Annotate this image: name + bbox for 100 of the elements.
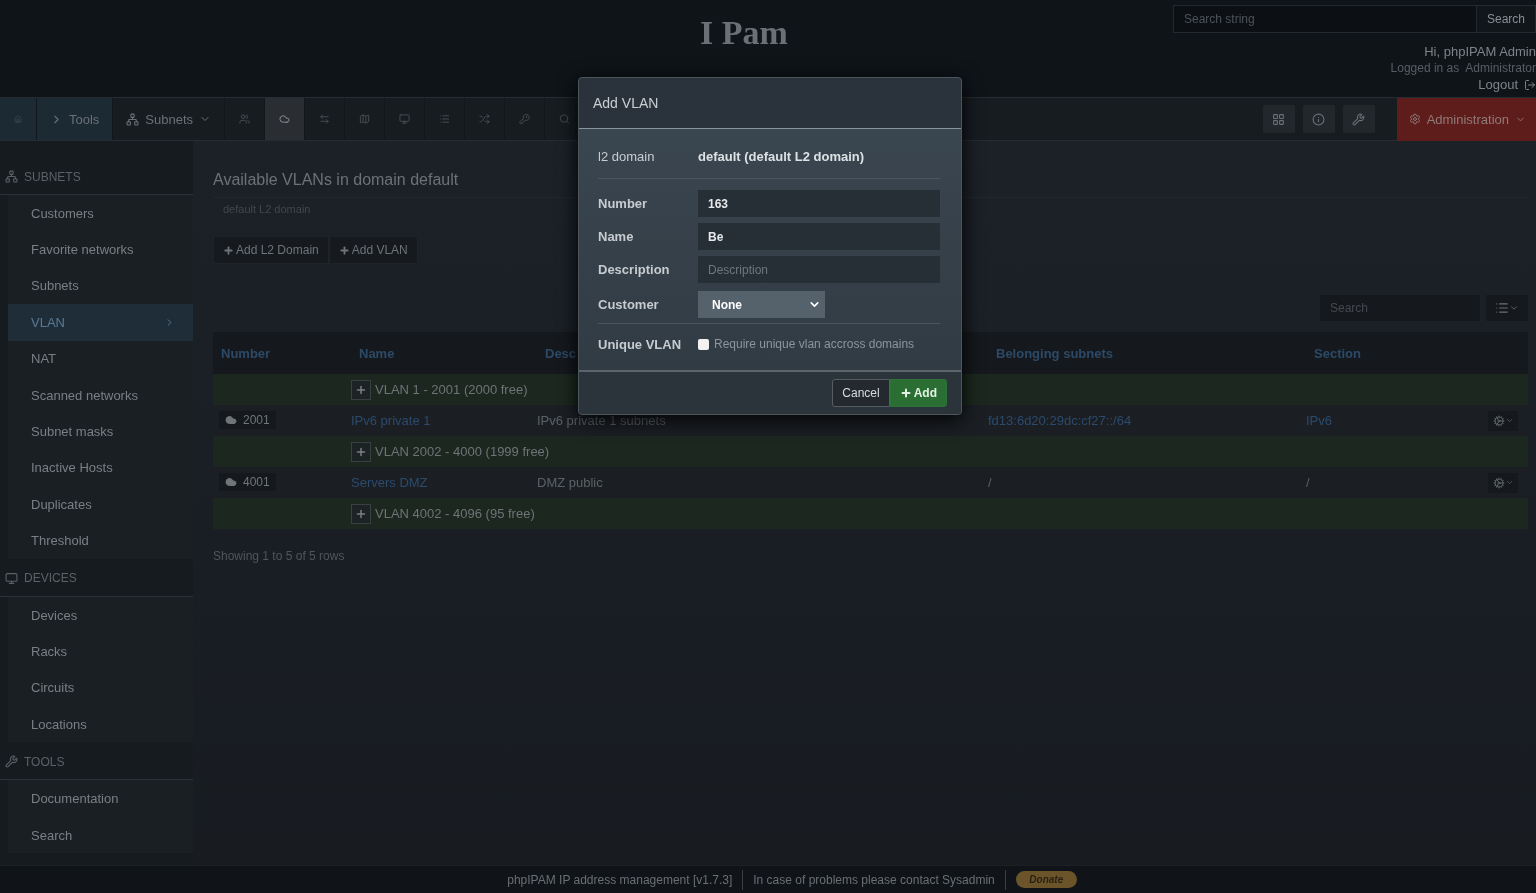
list-icon (1495, 301, 1509, 315)
table-cell-text: fd13:6d20:29dc:cf27::/64 (988, 413, 1133, 428)
sidebar-item[interactable]: Subnets (8, 267, 193, 305)
donate-button[interactable]: Donate (1015, 871, 1077, 888)
cloud-nav-button[interactable] (265, 98, 306, 140)
menu-label: Administration (1426, 111, 1509, 127)
item-label: NAT (31, 351, 57, 367)
sidebar-item[interactable]: Threshold (8, 522, 193, 559)
free-range-text: VLAN 2002 - 4000 (1999 free) (375, 444, 550, 459)
caret-icon (1504, 478, 1514, 487)
button-label: Add (913, 386, 937, 400)
sidebar-section-title: SUBNETS (24, 169, 81, 184)
checkbox[interactable] (698, 338, 709, 350)
monitor-icon (399, 112, 411, 126)
table-cell-text: / (1306, 475, 1311, 490)
field-label: Description (598, 262, 671, 277)
text-field[interactable]: Be (698, 223, 940, 250)
item-label: Search (31, 827, 73, 843)
contact-text: In case of problems please contact Sysadmin (753, 872, 995, 887)
add-vlan-button[interactable]: Add VLAN (328, 236, 418, 264)
dialog-title: Add VLAN (593, 95, 659, 111)
logged-in-text: Logged in as Administrator (1390, 61, 1536, 75)
info-icon (1312, 112, 1326, 126)
add-vlan-row-button[interactable] (351, 441, 371, 462)
field-label: l2 domain (598, 149, 656, 164)
sidebar-item[interactable]: Circuits (8, 669, 193, 707)
field-label: Number (598, 196, 649, 211)
cancel-button[interactable]: Cancel (832, 379, 890, 407)
hierarchy-icon (126, 112, 140, 126)
sidebar-item[interactable]: Search (8, 816, 193, 854)
item-label: Threshold (31, 533, 89, 549)
plus-icon (338, 244, 350, 256)
users-icon (239, 112, 251, 126)
home-nav-button[interactable] (0, 98, 37, 140)
button-label: Add VLAN (351, 243, 408, 257)
item-label: Documentation (31, 791, 119, 807)
add-button[interactable]: Add (889, 379, 947, 407)
gear-icon (1492, 414, 1505, 427)
sidebar-item[interactable]: Documentation (8, 780, 193, 817)
plus-icon (355, 383, 367, 396)
section-icon (5, 170, 18, 183)
item-label: Inactive Hosts (31, 460, 113, 476)
item-label: Racks (31, 644, 68, 659)
table-cell-text: DMZ public (537, 475, 604, 490)
sidebar-item[interactable]: Racks (8, 633, 193, 670)
sidebar-item[interactable]: Favorite networks (8, 231, 193, 268)
wrench-button[interactable] (1342, 105, 1375, 133)
sidebar-item[interactable]: Devices (8, 596, 193, 634)
logout-icon (1524, 78, 1536, 91)
menu-label: Tools (69, 111, 100, 127)
free-range-text: VLAN 1 - 2001 (2000 free) (375, 382, 528, 397)
grid-button[interactable] (1262, 105, 1295, 133)
grid-icon (1272, 112, 1286, 126)
menu-label: Subnets (145, 111, 194, 127)
administration-menu[interactable]: Administration (1396, 97, 1536, 141)
wrench-icon (1352, 112, 1366, 126)
sidebar-item[interactable]: Subnet masks (8, 413, 193, 450)
sidebar-item[interactable]: Duplicates (8, 486, 193, 523)
version-text: phpIPAM IP address management [v1.7.3] (507, 872, 733, 887)
button-label: Add L2 Domain (236, 243, 319, 257)
plus-icon (355, 507, 367, 520)
table-cell-text: IPv6 (1306, 413, 1333, 428)
sidebar-item[interactable]: Scanned networks (8, 376, 193, 414)
field-value: default (default L2 domain) (698, 149, 866, 164)
sidebar-item[interactable]: Locations (8, 706, 193, 743)
table-cell-text: / (988, 475, 993, 490)
caret-icon (1504, 416, 1514, 425)
gear-icon (1492, 476, 1505, 489)
add-l2-domain-button[interactable]: Add L2 Domain (213, 236, 329, 264)
logout-link[interactable]: Logout (1478, 77, 1536, 92)
tools-menu[interactable]: Tools (37, 98, 114, 140)
shuffle-icon (479, 112, 491, 126)
field-label: Customer (598, 297, 660, 312)
actions-button[interactable] (1488, 472, 1518, 493)
sidebar-item[interactable]: VLAN (8, 304, 193, 341)
subnets-menu[interactable]: Subnets (113, 98, 226, 140)
sidebar-item[interactable]: Customers (8, 195, 193, 232)
app-title: I Pam (700, 14, 788, 52)
vlan-number: 2001 (243, 413, 270, 427)
item-label: Locations (31, 716, 87, 732)
item-label: Subnets (31, 278, 79, 294)
item-label: Favorite networks (31, 242, 134, 258)
actions-button[interactable] (1488, 410, 1518, 431)
add-vlan-row-button[interactable] (351, 379, 371, 400)
field-label: Name (598, 229, 635, 244)
sidebar-section-title: TOOLS (24, 754, 65, 769)
sidebar-item[interactable]: Inactive Hosts (8, 449, 193, 487)
home-icon (14, 112, 22, 126)
add-vlan-row-button[interactable] (351, 503, 371, 524)
info-button[interactable] (1302, 105, 1335, 133)
field-label: Unique VLAN (598, 336, 683, 352)
text-field[interactable]: 163 (698, 190, 940, 217)
plus-icon (355, 445, 367, 458)
item-label: Devices (31, 607, 78, 623)
text-field[interactable]: Description (698, 256, 940, 283)
customer-select[interactable]: None (698, 291, 825, 318)
greeting-text: Hi, phpIPAM Admin (1424, 44, 1536, 59)
columns-button[interactable] (1486, 295, 1528, 321)
key-icon (519, 112, 531, 126)
sidebar-item[interactable]: NAT (8, 340, 193, 377)
